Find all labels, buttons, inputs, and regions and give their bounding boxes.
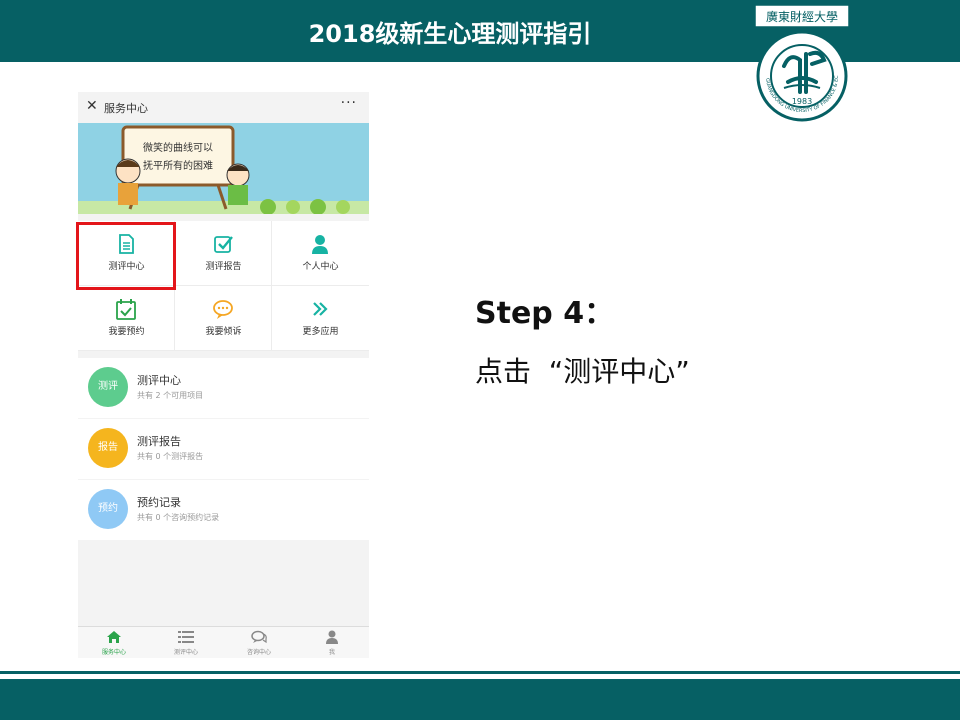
banner-line-1: 微笑的曲线可以: [143, 141, 213, 154]
list-item-subtitle: 共有 2 个可用项目: [137, 391, 204, 400]
tab-label: 我: [328, 649, 335, 656]
grid-item-make-appointment[interactable]: 我要预约: [78, 286, 175, 351]
list-item-assessment-report[interactable]: 报告 测评报告 共有 0 个测评报告: [78, 419, 369, 479]
tab-label: 咨询中心: [246, 649, 271, 656]
list-item-title: 测评报告: [137, 435, 181, 448]
list-badge: 测评: [88, 367, 128, 407]
list-item-assessment-center[interactable]: 测评 测评中心 共有 2 个可用项目: [78, 358, 369, 418]
bottom-tabbar: 服务中心 测评中心 咨询中心 我: [78, 626, 369, 658]
person-icon: [312, 235, 328, 254]
tab-label: 服务中心: [101, 649, 126, 656]
grid-item-label: 个人中心: [302, 262, 339, 272]
phone-screenshot: ✕ 服务中心 ··· 微笑的曲线可以 抚平所有的困难 测评中心 测评报告 个人中…: [78, 92, 369, 658]
banner-image: 微笑的曲线可以 抚平所有的困难: [78, 123, 369, 214]
tab-assessment-center[interactable]: 测评中心: [150, 627, 222, 658]
step-description: 点击 “测评中心”: [475, 355, 690, 388]
list-badge: 预约: [88, 489, 128, 529]
grid-item-personal-center[interactable]: 个人中心: [272, 221, 369, 286]
tab-label: 测评中心: [173, 649, 198, 656]
footer-band: [0, 679, 960, 720]
list-item-title: 预约记录: [137, 496, 181, 509]
grid-item-more-apps[interactable]: 更多应用: [272, 286, 369, 351]
titlebar-title: 服务中心: [104, 102, 148, 115]
grid-item-assessment-report[interactable]: 测评报告: [175, 221, 272, 286]
list-item-title: 测评中心: [137, 374, 181, 387]
list-item-appointment-records[interactable]: 预约 预约记录 共有 0 个咨询预约记录: [78, 480, 369, 540]
list-icon: [178, 631, 194, 643]
list-item-subtitle: 共有 0 个测评报告: [137, 452, 204, 461]
tab-service-center[interactable]: 服务中心: [78, 627, 150, 658]
highlight-box: [76, 222, 176, 290]
footer-line: [0, 671, 960, 674]
tab-me[interactable]: 我: [296, 627, 368, 658]
list-badge: 报告: [88, 428, 128, 468]
user-icon: [326, 630, 338, 644]
list-item-subtitle: 共有 0 个咨询预约记录: [137, 513, 220, 522]
checkbox-icon: [214, 236, 233, 253]
wechat-titlebar: ✕ 服务中心 ···: [78, 92, 369, 123]
step-title: Step 4：: [475, 296, 615, 331]
page-title: 2018级新生心理测评指引: [308, 20, 592, 48]
chat-bubble-icon: [213, 300, 233, 319]
university-logo: 廣東財經大學 1983 GUANGDONG UNIVERSITY OF FINA…: [754, 4, 850, 122]
grid-item-label: 更多应用: [302, 327, 339, 337]
more-icon[interactable]: ···: [341, 95, 357, 111]
chat-icon: [251, 630, 267, 644]
banner-line-2: 抚平所有的困难: [143, 159, 213, 172]
grid-item-label: 我要预约: [108, 327, 145, 337]
logo-text-top: 廣東財經大學: [766, 9, 838, 24]
double-chevron-icon: [313, 302, 328, 316]
grid-item-label: 我要倾诉: [205, 327, 242, 337]
calendar-check-icon: [116, 299, 136, 320]
grid-item-label: 测评报告: [205, 262, 242, 272]
grid-item-confide[interactable]: 我要倾诉: [175, 286, 272, 351]
close-icon[interactable]: ✕: [86, 98, 98, 114]
slide: 2018级新生心理测评指引 廣東財經大學 1983 GUANGDONG UNIV…: [0, 0, 960, 720]
tab-consult-center[interactable]: 咨询中心: [223, 627, 295, 658]
home-icon: [107, 631, 121, 643]
logo-year: 1983: [792, 97, 812, 106]
